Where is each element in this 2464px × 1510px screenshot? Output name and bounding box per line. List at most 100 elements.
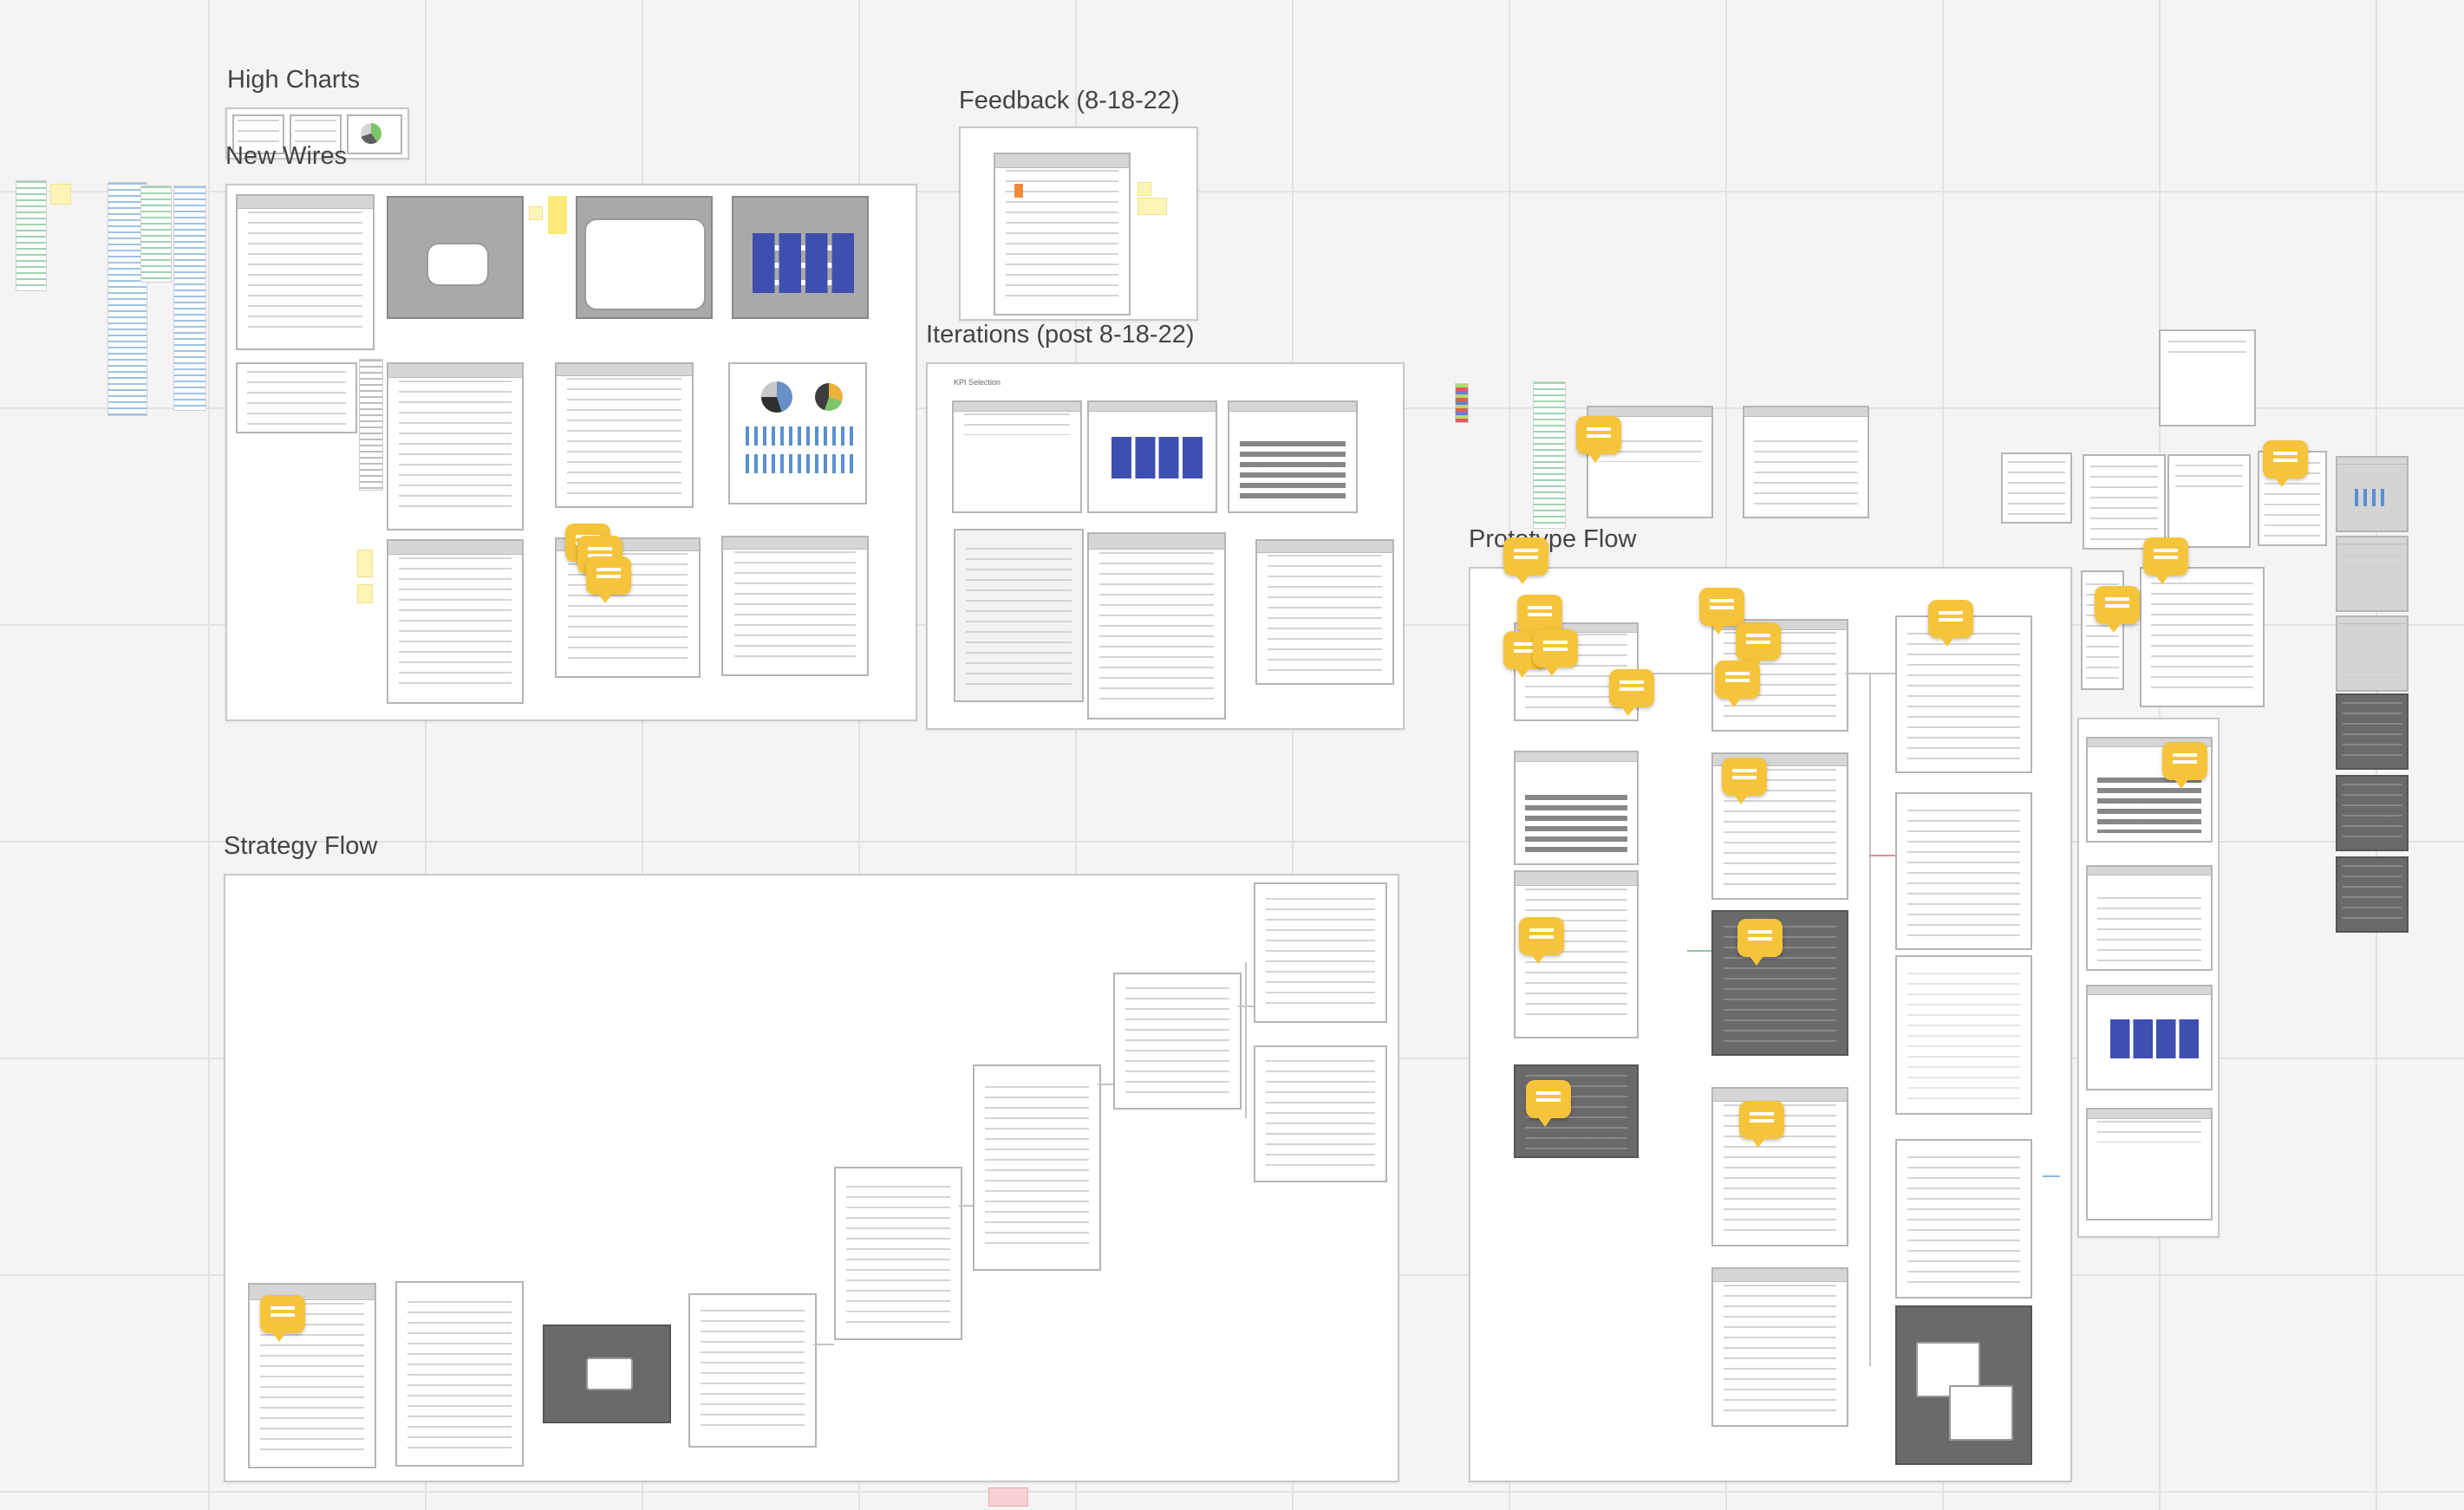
thumb-column-3[interactable] bbox=[2336, 615, 2409, 692]
proto-screen-2[interactable] bbox=[1514, 751, 1639, 865]
frame-prototype-flow[interactable] bbox=[1469, 537, 2072, 1482]
comment-icon[interactable] bbox=[1517, 595, 1562, 641]
sticky-note[interactable] bbox=[357, 550, 373, 577]
sticky-note[interactable] bbox=[529, 206, 543, 220]
thumb-column-4[interactable] bbox=[2336, 693, 2409, 770]
strategy-screen-5[interactable] bbox=[834, 1167, 962, 1340]
wireframe-modal[interactable] bbox=[387, 196, 524, 319]
sticky-note[interactable] bbox=[357, 584, 373, 603]
comment-icon[interactable] bbox=[1739, 1101, 1784, 1148]
comment-icon[interactable] bbox=[586, 556, 631, 603]
wireframe-dashboard-2[interactable] bbox=[387, 362, 524, 530]
wireframe-dashboard-4[interactable] bbox=[387, 539, 524, 704]
comment-icon[interactable] bbox=[2162, 742, 2207, 789]
thumb-column-6[interactable] bbox=[2336, 856, 2409, 933]
wireframe-kpi-grid[interactable] bbox=[732, 196, 869, 319]
strategy-screen-7[interactable] bbox=[1113, 973, 1242, 1110]
comment-icon[interactable] bbox=[2143, 537, 2188, 584]
color-legend-strip[interactable] bbox=[1455, 383, 1469, 423]
comment-icon[interactable] bbox=[1576, 416, 1621, 463]
left-sticky-note[interactable] bbox=[50, 184, 71, 205]
wireframe-cluster-b[interactable] bbox=[2140, 567, 2265, 707]
wireframe-iteration-5[interactable] bbox=[1087, 532, 1226, 719]
wireframe-modal-large[interactable] bbox=[576, 196, 713, 319]
frame-title-strategy-flow[interactable]: Strategy Flow bbox=[224, 832, 377, 861]
wireframe-small-2[interactable] bbox=[2083, 454, 2166, 550]
iterations-subtitle[interactable]: KPI Selection bbox=[954, 378, 1001, 387]
comment-icon[interactable] bbox=[1715, 661, 1760, 707]
thumb-column-2[interactable] bbox=[2336, 536, 2409, 612]
proto-screen-10[interactable] bbox=[1895, 615, 2032, 773]
wireframe-iteration-4[interactable] bbox=[954, 529, 1084, 702]
strategy-screen-2[interactable] bbox=[395, 1281, 524, 1467]
flow-connector bbox=[1869, 673, 1871, 1366]
wireframe-dashboard-3[interactable] bbox=[555, 362, 694, 508]
strategy-screen-6[interactable] bbox=[973, 1064, 1101, 1271]
frame-title-prototype-flow[interactable]: Prototype Flow bbox=[1469, 525, 1636, 554]
sticky-note[interactable] bbox=[1014, 184, 1023, 198]
wireframe-kpi-4[interactable] bbox=[2086, 1108, 2213, 1220]
strategy-screen-3[interactable] bbox=[543, 1325, 671, 1423]
wireframe-kpi-3[interactable] bbox=[2086, 985, 2213, 1090]
comment-icon[interactable] bbox=[1736, 622, 1781, 669]
wireframe-small-1[interactable] bbox=[2001, 452, 2072, 524]
frame-title-iterations[interactable]: Iterations (post 8-18-22) bbox=[926, 321, 1194, 349]
sticky-note[interactable] bbox=[1137, 182, 1151, 196]
thumb-column-5[interactable] bbox=[2336, 775, 2409, 851]
wireframe-small-3[interactable] bbox=[2167, 454, 2251, 548]
wireframe-kpi-selection-3[interactable] bbox=[1228, 400, 1358, 513]
wireframe-table[interactable] bbox=[236, 362, 357, 433]
frame-title-new-wires[interactable]: New Wires bbox=[225, 142, 347, 171]
flow-connector bbox=[1245, 962, 1247, 1118]
list-strip[interactable] bbox=[1533, 381, 1566, 529]
comment-icon[interactable] bbox=[1928, 600, 1973, 647]
comment-icon[interactable] bbox=[2263, 440, 2308, 487]
comment-icon[interactable] bbox=[260, 1295, 305, 1342]
proto-screen-14[interactable] bbox=[1895, 1305, 2032, 1465]
left-list-strip-4[interactable] bbox=[173, 185, 206, 411]
comment-icon[interactable] bbox=[1519, 917, 1564, 964]
frame-iterations[interactable]: KPI Selection bbox=[926, 362, 1405, 730]
proto-screen-13[interactable] bbox=[1895, 1139, 2032, 1298]
frame-title-high-charts[interactable]: High Charts bbox=[227, 66, 360, 94]
proto-screen-12[interactable] bbox=[1895, 955, 2032, 1115]
sticky-note[interactable] bbox=[988, 1487, 1028, 1507]
comment-icon[interactable] bbox=[1722, 758, 1767, 804]
wireframe-feedback[interactable] bbox=[994, 153, 1131, 316]
frame-kpi-iterations[interactable] bbox=[2077, 718, 2220, 1238]
comment-icon[interactable] bbox=[1609, 669, 1654, 716]
comment-icon[interactable] bbox=[1699, 588, 1744, 635]
wireframe-kpi-2[interactable] bbox=[2086, 865, 2213, 971]
strategy-screen-8[interactable] bbox=[1254, 882, 1387, 1023]
sticky-note[interactable] bbox=[1137, 198, 1167, 215]
frame-new-wires[interactable] bbox=[225, 184, 917, 721]
strategy-screen-4[interactable] bbox=[688, 1293, 817, 1448]
wireframe-top-right-2[interactable] bbox=[1743, 406, 1869, 518]
proto-screen-9[interactable] bbox=[1711, 1267, 1848, 1427]
proto-screen-11[interactable] bbox=[1895, 792, 2032, 950]
comment-icon[interactable] bbox=[1526, 1080, 1571, 1127]
frame-strategy-flow[interactable] bbox=[224, 874, 1399, 1482]
flow-connector bbox=[1687, 950, 1711, 952]
frame-feedback[interactable] bbox=[959, 127, 1198, 321]
frame-title-feedback[interactable]: Feedback (8-18-22) bbox=[959, 87, 1180, 115]
wireframe-iteration-6[interactable] bbox=[1255, 539, 1394, 685]
left-list-strip[interactable] bbox=[16, 180, 47, 291]
wireframe-dashboard[interactable] bbox=[236, 194, 375, 350]
wireframe-list-column[interactable] bbox=[359, 359, 383, 491]
strategy-screen-9[interactable] bbox=[1254, 1045, 1387, 1182]
left-list-strip-3[interactable] bbox=[140, 185, 172, 283]
sticky-note[interactable] bbox=[548, 196, 567, 234]
comment-icon[interactable] bbox=[1533, 629, 1578, 676]
comment-icon[interactable] bbox=[2095, 586, 2140, 633]
comment-icon[interactable] bbox=[1503, 537, 1548, 584]
wireframe-kpi-selection-2[interactable] bbox=[1087, 400, 1217, 513]
comment-icon[interactable] bbox=[1737, 919, 1783, 966]
pie-chart-icon bbox=[761, 381, 792, 413]
thumb-column-1[interactable] bbox=[2336, 456, 2409, 532]
wireframe-note[interactable] bbox=[2159, 329, 2256, 426]
chart-thumb[interactable] bbox=[347, 114, 402, 154]
wireframe-charts[interactable] bbox=[728, 362, 867, 504]
wireframe-kpi-selection[interactable] bbox=[952, 400, 1082, 513]
wireframe-dashboard-6[interactable] bbox=[721, 536, 869, 676]
